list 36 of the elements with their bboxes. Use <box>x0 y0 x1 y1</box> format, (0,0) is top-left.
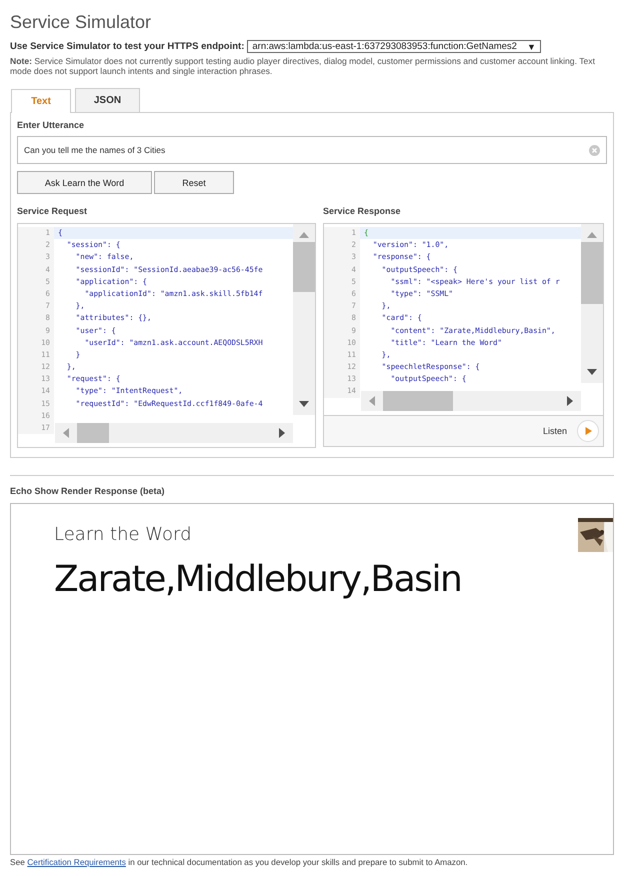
scroll-down-icon[interactable] <box>299 401 309 407</box>
endpoint-label: Use Service Simulator to test your HTTPS endpoint: <box>10 41 244 52</box>
scroll-left-icon[interactable] <box>63 428 69 438</box>
vertical-scrollbar[interactable] <box>581 224 603 383</box>
tab[interactable]: JSON <box>75 88 140 112</box>
certification-link[interactable]: Certification Requirements <box>27 857 126 867</box>
clear-icon[interactable] <box>589 144 600 156</box>
vertical-scrollbar[interactable] <box>293 224 315 415</box>
footer-text: See Certification Requirements in our technical documentation as you develop your skills and prepare to submit to Amazon. <box>10 857 469 867</box>
utterance-label: Enter Utterance <box>17 120 86 130</box>
scroll-up-icon[interactable] <box>587 232 597 238</box>
action-button[interactable]: Ask Learn the Word <box>17 171 152 194</box>
horizontal-scrollbar[interactable] <box>55 423 293 443</box>
editor-label: Service Response <box>323 206 402 216</box>
play-icon[interactable] <box>577 420 599 442</box>
card-content: Zarate,Middlebury,Basin <box>54 559 462 600</box>
scroll-down-icon[interactable] <box>587 369 597 375</box>
endpoint-dropdown[interactable]: arn:aws:lambda:us-east-1:637293083953:function:GetNames2 ▼ <box>247 40 541 53</box>
scroll-right-icon[interactable] <box>279 428 285 438</box>
scroll-thumb[interactable] <box>293 242 315 292</box>
note-text: Note: Service Simulator does not currently support testing audio player directives, dialog model, customer permissions and customer account linking. Text mode does not support launch intents and single interaction phrases. <box>10 56 596 76</box>
action-button[interactable]: Reset <box>154 171 234 194</box>
scroll-left-icon[interactable] <box>369 396 375 406</box>
page-title: Service Simulator <box>10 12 152 34</box>
horizontal-scrollbar[interactable] <box>361 391 581 411</box>
utterance-field[interactable]: Can you tell me the names of 3 Cities <box>17 136 607 164</box>
scroll-up-icon[interactable] <box>299 232 309 238</box>
listen-label: Listen <box>542 426 567 436</box>
card-title: Learn the Word <box>54 524 192 545</box>
render-label: Echo Show Render Response (beta) <box>10 486 166 496</box>
scroll-thumb[interactable] <box>581 242 603 304</box>
code-editor[interactable] <box>17 223 316 448</box>
scroll-thumb[interactable] <box>77 423 109 443</box>
scroll-thumb[interactable] <box>383 391 453 411</box>
editor-label: Service Request <box>17 206 88 216</box>
scroll-right-icon[interactable] <box>567 396 573 406</box>
